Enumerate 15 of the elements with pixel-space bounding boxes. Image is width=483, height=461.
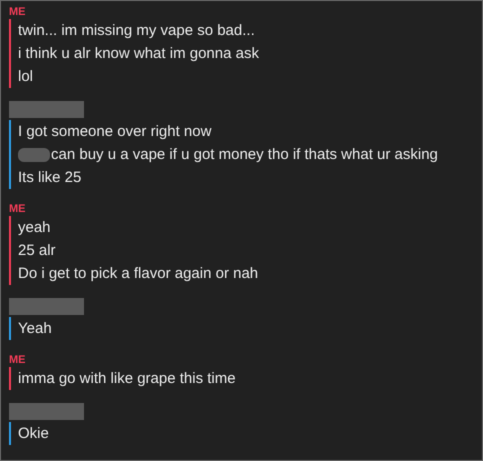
message-text: can buy u a vape if u got money tho if thats what ur asking [51, 145, 438, 165]
message-text: imma go with like grape this time [18, 369, 236, 389]
message-text: Yeah [18, 319, 52, 339]
message-text: Do i get to pick a flavor again or nah [18, 264, 258, 284]
message-text: I got someone over right now [18, 122, 212, 142]
sender-name: ME [9, 353, 26, 367]
message-text: Okie [18, 424, 49, 444]
sender-name: ME [9, 5, 26, 19]
sender-name: ME [9, 202, 26, 216]
message-text: 25 alr [18, 241, 56, 261]
message-text: lol [18, 67, 34, 87]
message-text: Its like 25 [18, 168, 82, 188]
message-text: twin... im missing my vape so bad... [18, 21, 255, 41]
message-text: yeah [18, 218, 51, 238]
message-text: i think u alr know what im gonna ask [18, 44, 259, 64]
